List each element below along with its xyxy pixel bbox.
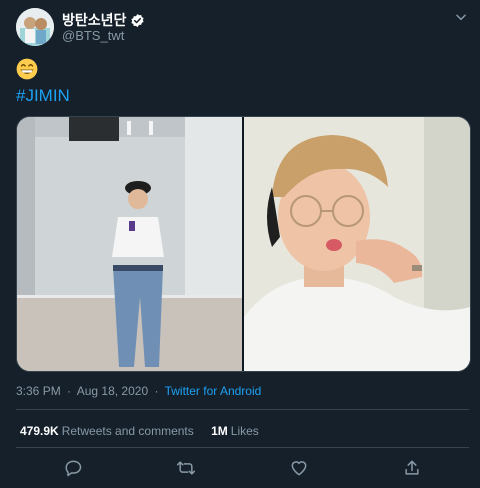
retweets-count: 479.9K <box>20 424 59 438</box>
display-name[interactable]: 방탄소년단 <box>62 10 126 30</box>
likes-label: Likes <box>230 424 259 438</box>
tweet-timestamp: 3:36 PM · Aug 18, 2020 · Twitter for And… <box>16 384 261 398</box>
likes-stat[interactable]: 1M Likes <box>211 424 259 438</box>
reply-icon[interactable] <box>63 458 83 478</box>
avatar[interactable] <box>16 8 54 46</box>
handle[interactable]: @BTS_twt <box>62 28 124 43</box>
tweet-source-link[interactable]: Twitter for Android <box>165 384 262 398</box>
tweet-date[interactable]: Aug 18, 2020 <box>77 384 148 398</box>
heart-icon[interactable] <box>289 458 309 478</box>
hashtag-link[interactable]: #JIMIN <box>16 86 70 106</box>
retweets-stat[interactable]: 479.9K Retweets and comments <box>20 424 197 438</box>
tweet-stats: 479.9K Retweets and comments 1M Likes <box>20 424 273 438</box>
tweet-header: 방탄소년단 @BTS_twt <box>16 8 470 48</box>
tweet-action-bar <box>16 456 469 484</box>
photo-mirror-selfie[interactable] <box>17 117 242 371</box>
retweets-label: Retweets and comments <box>61 424 194 438</box>
likes-count: 1M <box>211 424 228 438</box>
grinning-emoji-icon <box>16 58 38 80</box>
divider <box>16 447 469 448</box>
divider <box>16 409 469 410</box>
separator: · <box>67 384 72 398</box>
name-row: 방탄소년단 <box>62 10 145 30</box>
tweet-time[interactable]: 3:36 PM <box>16 384 61 398</box>
chevron-down-icon[interactable] <box>454 10 468 24</box>
share-icon[interactable] <box>402 458 422 478</box>
separator: · <box>154 384 159 398</box>
retweet-icon[interactable] <box>176 458 196 478</box>
media-grid <box>16 116 471 372</box>
photo-closeup-selfie[interactable] <box>244 117 470 371</box>
verified-badge-icon <box>131 13 144 27</box>
